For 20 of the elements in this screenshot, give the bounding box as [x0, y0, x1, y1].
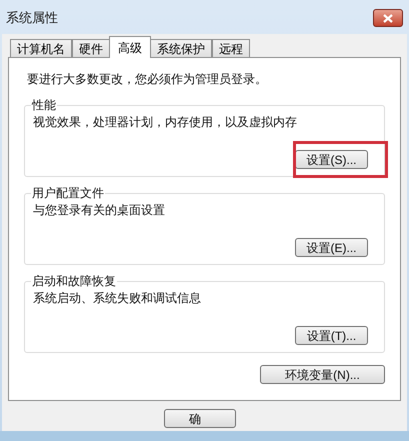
dialog-button[interactable]: 确: [164, 409, 236, 428]
group-description: 与您登录有关的桌面设置: [33, 202, 166, 219]
group-title: 性能: [31, 97, 57, 113]
tab[interactable]: 硬件: [72, 39, 110, 58]
notice-text: 要进行大多数更改，您必须作为管理员登录。: [26, 71, 268, 88]
settings-button[interactable]: 设置(E)...: [295, 238, 368, 257]
group-title: 用户配置文件: [31, 185, 105, 201]
tab[interactable]: 远程: [212, 39, 250, 58]
environment-variables-button[interactable]: 环境变量(N)...: [260, 365, 385, 384]
window-title: 系统属性: [6, 9, 58, 28]
tab[interactable]: 高级: [109, 36, 151, 58]
close-button[interactable]: [373, 9, 403, 27]
tab[interactable]: 系统保护: [150, 39, 212, 58]
group-title: 启动和故障恢复: [31, 273, 117, 289]
settings-button[interactable]: 设置(T)...: [295, 326, 368, 345]
close-icon: [383, 14, 393, 22]
group-description: 视觉效果，处理器计划，内存使用，以及虚拟内存: [33, 114, 298, 131]
tab[interactable]: 计算机名: [10, 39, 72, 58]
settings-button[interactable]: 设置(S)...: [295, 150, 368, 169]
group-description: 系统启动、系统失败和调试信息: [33, 290, 202, 307]
